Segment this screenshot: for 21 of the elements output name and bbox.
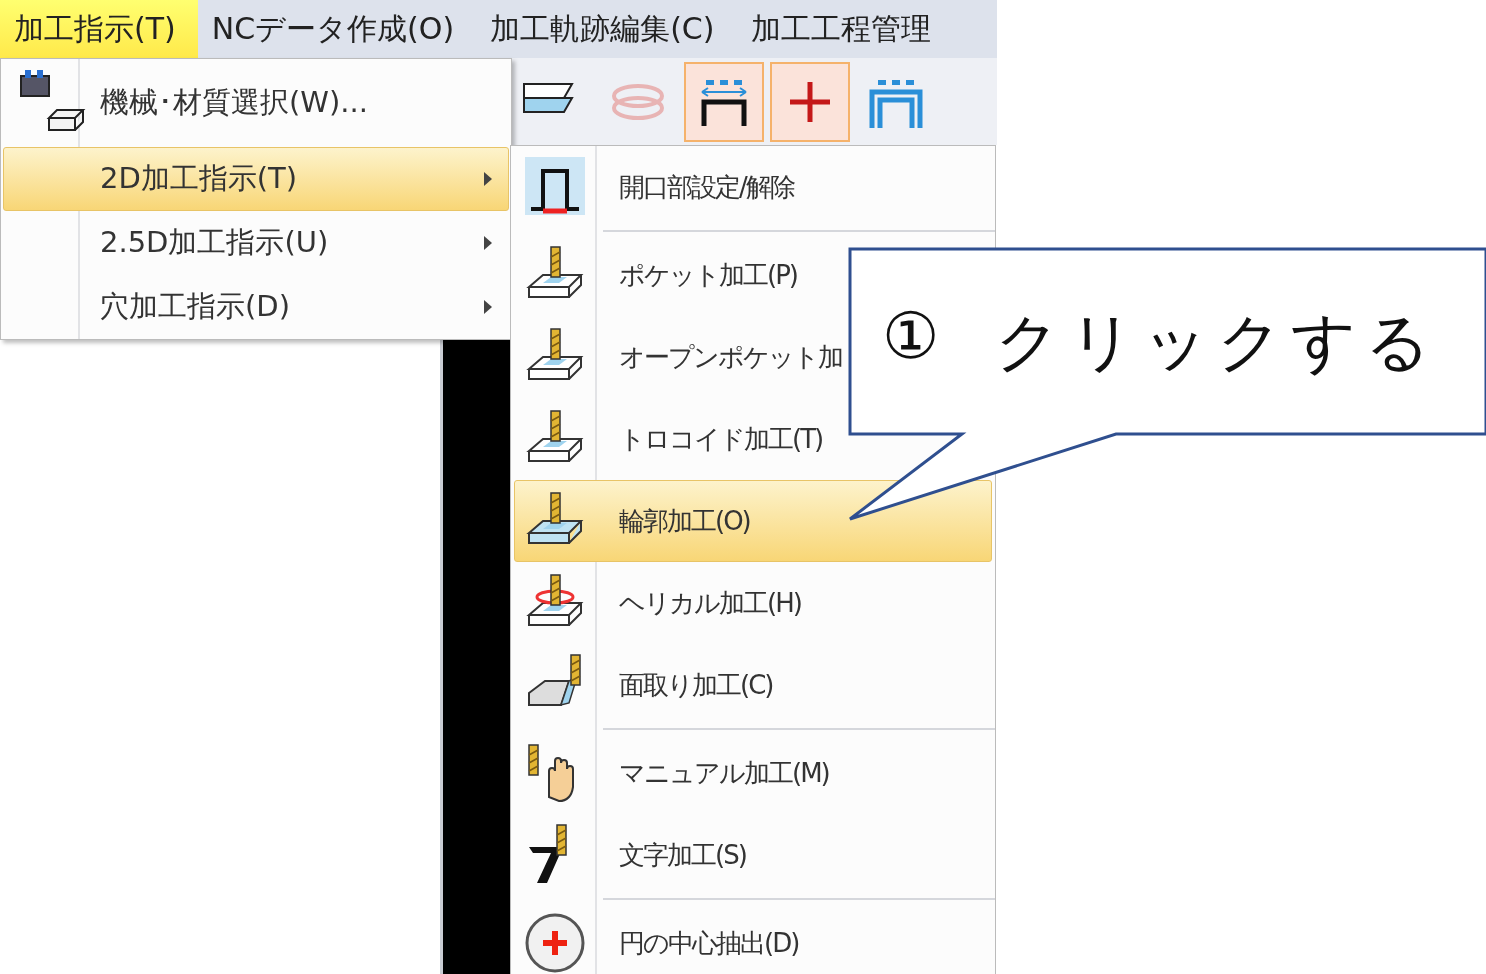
menu-item[interactable]: 面取り加工(C) [514, 644, 992, 726]
submenu-arrow-icon [482, 170, 494, 188]
submenu-arrow-icon [482, 298, 494, 316]
menu-item[interactable]: 開口部設定/解除 [514, 146, 992, 228]
toolbar-button[interactable] [684, 61, 764, 142]
menu-item[interactable]: 2D加工指示(T) [3, 147, 509, 211]
menu-title[interactable]: 加工指示(T) [0, 0, 198, 58]
menu-item[interactable]: 2.5D加工指示(U) [3, 211, 509, 275]
menu-item[interactable]: 文字加工(S) [514, 814, 992, 896]
submenu-arrow-icon [482, 234, 494, 252]
step-number: ① [882, 299, 940, 375]
callout-text: クリックする [995, 304, 1440, 381]
menu-title[interactable]: NCデータ作成(O) [197, 0, 477, 58]
menu-item[interactable]: トロコイド加工(T) [514, 398, 992, 480]
menu-item[interactable]: 円の中心抽出(D) [514, 902, 992, 974]
menu-item[interactable]: マニュアル加工(M) [514, 732, 992, 814]
menu-title[interactable]: 加工軌跡編集(C) [476, 0, 737, 58]
menu-item[interactable]: 輪郭加工(O) [514, 480, 992, 562]
menu-item[interactable]: ヘリカル加工(H) [514, 562, 992, 644]
menu-title[interactable]: 加工工程管理 [736, 0, 953, 58]
menu-item[interactable]: 穴加工指示(D) [3, 275, 509, 339]
